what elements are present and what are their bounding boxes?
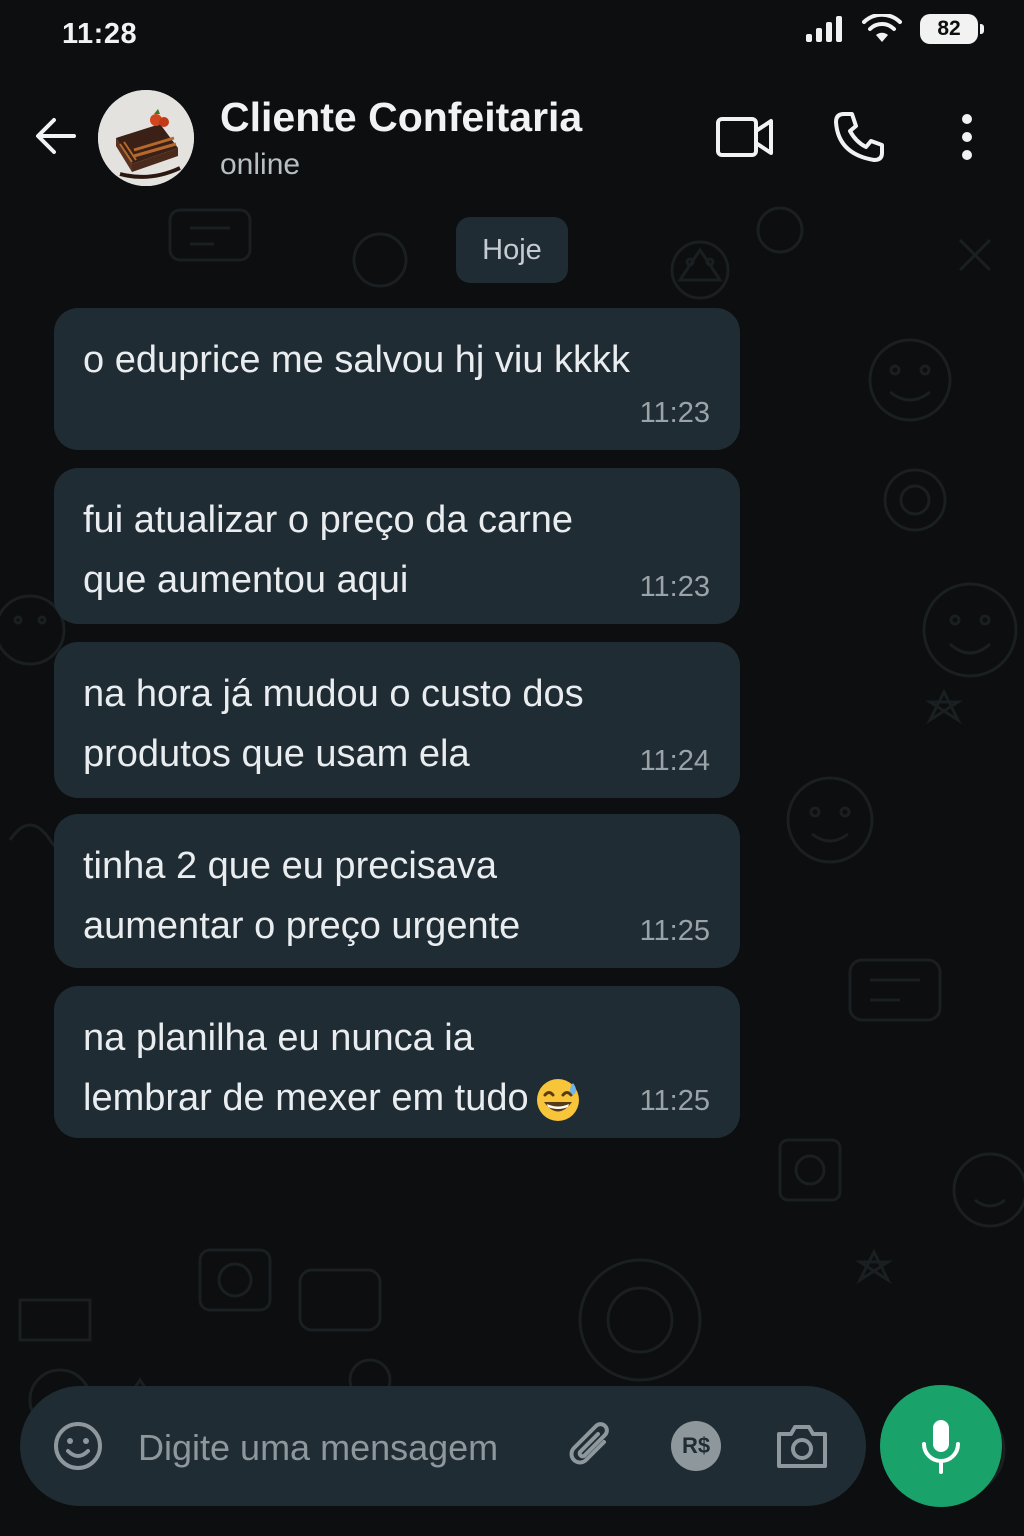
voice-call-button[interactable] [824,102,894,172]
attach-button[interactable] [564,1418,620,1474]
signal-icon [806,16,842,42]
message-composer: R$ [20,1386,866,1506]
grinning-face-with-sweat-icon [536,1078,579,1121]
video-call-icon [716,117,773,157]
emoji-button[interactable] [50,1418,106,1474]
message-bubble[interactable]: o eduprice me salvou hj viu kkkk 11:23 [54,308,740,450]
message-time: 11:23 [639,397,710,429]
video-call-button[interactable] [710,102,780,172]
more-options-button[interactable] [932,102,1002,172]
back-button[interactable] [30,110,82,162]
mic-button[interactable] [880,1385,1002,1507]
wifi-icon [862,14,902,42]
message-text: na planilha eu nunca ia lembrar de mexer… [83,1017,529,1119]
message-bubble[interactable]: na planilha eu nunca ia lembrar de mexer… [54,986,740,1138]
message-text: o eduprice me salvou hj viu kkkk [83,339,631,381]
battery-icon: 82 [920,14,984,44]
currency-button[interactable]: R$ [668,1418,724,1474]
chat-screen: 11:28 82 Cliente Confeitaria online Hoje… [0,0,1024,1536]
message-text: na hora já mudou o custo dos produtos qu… [83,673,584,775]
message-time: 11:24 [639,745,710,777]
currency-icon: R$ [671,1421,721,1471]
message-time: 11:25 [639,915,710,947]
status-time: 11:28 [62,18,138,50]
message-bubble[interactable]: fui atualizar o preço da carne que aumen… [54,468,740,624]
message-time: 11:25 [639,1085,710,1117]
avatar[interactable] [98,90,194,186]
attach-icon [569,1422,609,1465]
message-time: 11:23 [639,571,710,603]
chat-header: Cliente Confeitaria online [0,80,1024,196]
camera-icon [777,1425,827,1468]
message-bubble[interactable]: na hora já mudou o custo dos produtos qu… [54,642,740,798]
camera-button[interactable] [774,1418,830,1474]
status-bar: 11:28 82 [0,0,1024,70]
date-chip: Hoje [456,217,568,283]
more-options-icon [962,114,972,160]
message-input[interactable] [138,1422,548,1474]
status-icons: 82 [804,14,984,44]
message-text-wrap: na planilha eu nunca ia lembrar de mexer… [83,1008,590,1128]
back-arrow-icon [36,118,76,154]
message-text: tinha 2 que eu precisava aumentar o preç… [83,845,521,947]
emoji-icon [54,1422,102,1470]
cake-avatar-icon [98,90,194,186]
contact-status: online [220,148,301,181]
mic-icon [922,1420,960,1474]
message-bubble[interactable]: tinha 2 que eu precisava aumentar o preç… [54,814,740,968]
voice-call-icon [834,112,884,162]
contact-name[interactable]: Cliente Confeitaria [220,94,582,141]
message-text: fui atualizar o preço da carne que aumen… [83,499,574,601]
